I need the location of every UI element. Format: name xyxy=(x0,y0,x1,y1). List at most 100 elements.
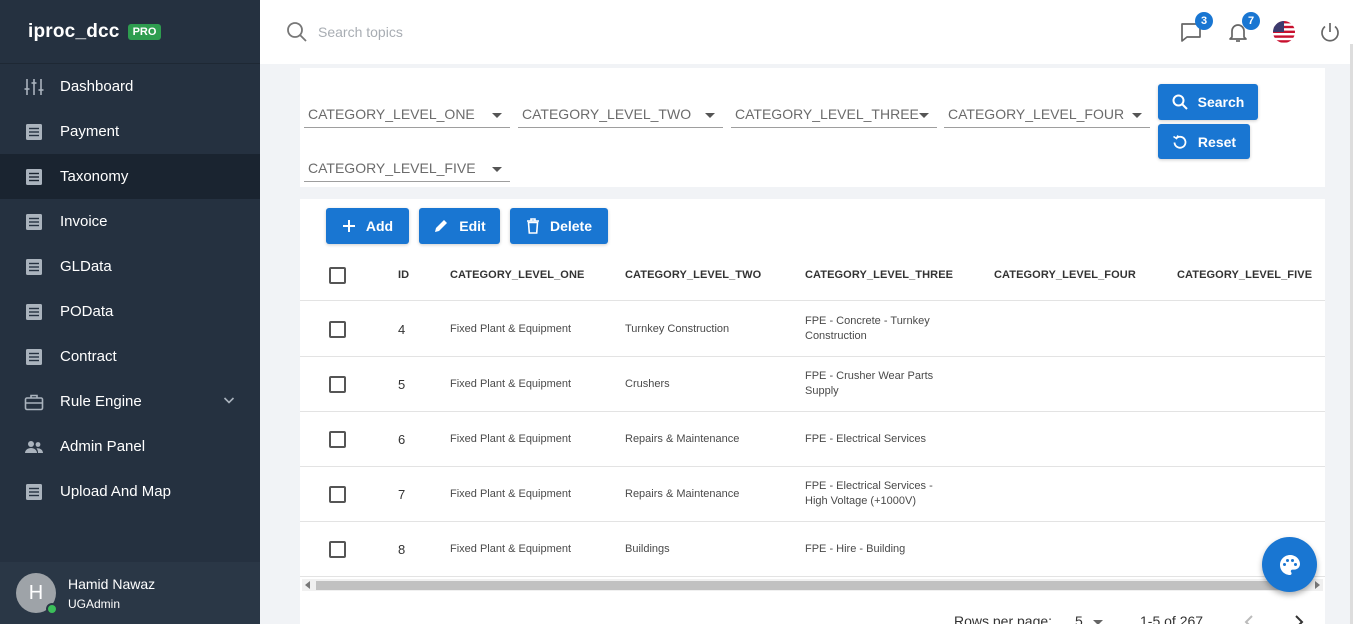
select-label: CATEGORY_LEVEL_THREE xyxy=(735,106,919,122)
category-level-four-select[interactable]: CATEGORY_LEVEL_FOUR xyxy=(944,100,1150,128)
cell-level-three: FPE - Hire - Building xyxy=(805,543,906,555)
theme-customizer-button[interactable] xyxy=(1262,537,1317,592)
sidebar-item-dashboard[interactable]: Dashboard xyxy=(0,64,260,109)
cell-id: 8 xyxy=(398,542,406,557)
table-row[interactable]: 4 Fixed Plant & Equipment Turnkey Constr… xyxy=(300,302,1325,357)
cell-level-three-line2: Construction xyxy=(805,330,867,342)
cell-level-one: Fixed Plant & Equipment xyxy=(450,378,572,390)
column-header-level-five[interactable]: CATEGORY_LEVEL_FIVE xyxy=(1177,269,1312,281)
chat-icon xyxy=(1179,23,1203,48)
cell-level-one: Fixed Plant & Equipment xyxy=(450,543,572,555)
bell-icon xyxy=(1226,24,1250,48)
notifications-button[interactable]: 7 xyxy=(1226,12,1260,44)
cell-level-one: Fixed Plant & Equipment xyxy=(450,433,572,445)
rows-per-page-value: 5 xyxy=(1075,613,1083,624)
next-page-button[interactable] xyxy=(1293,615,1305,624)
cell-level-one: Fixed Plant & Equipment xyxy=(450,323,572,335)
sidebar-item-label: Contract xyxy=(60,348,117,365)
language-button[interactable] xyxy=(1272,20,1296,44)
messages-count-badge: 3 xyxy=(1195,12,1213,30)
table-row[interactable]: 5 Fixed Plant & Equipment Crushers FPE -… xyxy=(300,357,1325,412)
chevron-left-icon xyxy=(1244,615,1253,624)
list-icon xyxy=(24,302,44,322)
cell-level-three-line2: Supply xyxy=(805,385,839,397)
row-checkbox[interactable] xyxy=(329,376,346,393)
column-header-level-four[interactable]: CATEGORY_LEVEL_FOUR xyxy=(994,269,1136,281)
user-profile[interactable]: H Hamid Nawaz UGAdmin xyxy=(0,562,260,624)
cell-level-two: Turnkey Construction xyxy=(625,323,730,335)
sidebar-item-taxonomy[interactable]: Taxonomy xyxy=(0,154,260,199)
category-level-two-select[interactable]: CATEGORY_LEVEL_TWO xyxy=(518,100,723,128)
sidebar-item-invoice[interactable]: Invoice xyxy=(0,199,260,244)
scrollbar-thumb[interactable] xyxy=(316,581,1296,590)
list-icon xyxy=(24,212,44,232)
list-icon xyxy=(24,347,44,367)
add-button[interactable]: Add xyxy=(326,208,409,244)
top-bar: 3 7 xyxy=(260,0,1353,64)
caret-down-icon xyxy=(919,113,929,118)
edit-button[interactable]: Edit xyxy=(419,208,500,244)
rows-per-page-select[interactable]: 5 xyxy=(1075,613,1103,624)
list-icon xyxy=(24,122,44,142)
table-header: ID CATEGORY_LEVEL_ONE CATEGORY_LEVEL_TWO… xyxy=(300,257,1325,301)
select-label: CATEGORY_LEVEL_FIVE xyxy=(308,160,476,176)
messages-button[interactable]: 3 xyxy=(1179,12,1213,44)
search-button[interactable]: Search xyxy=(1158,84,1258,120)
caret-down-icon xyxy=(1092,620,1103,624)
row-checkbox[interactable] xyxy=(329,541,346,558)
cell-level-three: FPE - Concrete - Turnkey xyxy=(805,315,930,327)
category-level-one-select[interactable]: CATEGORY_LEVEL_ONE xyxy=(304,100,510,128)
caret-down-icon xyxy=(1132,113,1142,118)
pencil-icon xyxy=(435,220,448,232)
table-row[interactable]: 7 Fixed Plant & Equipment Repairs & Main… xyxy=(300,467,1325,522)
sidebar-item-label: Dashboard xyxy=(60,78,134,95)
palette-icon xyxy=(1279,554,1300,575)
table-row[interactable]: 8 Fixed Plant & Equipment Buildings FPE … xyxy=(300,522,1325,577)
cell-id: 5 xyxy=(398,377,406,392)
search-input[interactable] xyxy=(318,20,618,44)
brand: iproc_dcc PRO xyxy=(0,0,260,64)
sidebar-item-payment[interactable]: Payment xyxy=(0,109,260,154)
sidebar-item-contract[interactable]: Contract xyxy=(0,334,260,379)
horizontal-scrollbar[interactable] xyxy=(302,579,1323,591)
sidebar-item-admin-panel[interactable]: Admin Panel xyxy=(0,424,260,469)
reset-button[interactable]: Reset xyxy=(1158,124,1250,159)
sidebar-item-upload-and-map[interactable]: Upload And Map xyxy=(0,469,260,514)
column-header-level-three[interactable]: CATEGORY_LEVEL_THREE xyxy=(805,269,953,281)
category-level-three-select[interactable]: CATEGORY_LEVEL_THREE xyxy=(731,100,937,128)
column-header-id[interactable]: ID xyxy=(398,269,409,281)
edit-button-label: Edit xyxy=(459,218,486,234)
cell-id: 6 xyxy=(398,432,406,447)
row-checkbox[interactable] xyxy=(329,431,346,448)
column-header-level-one[interactable]: CATEGORY_LEVEL_ONE xyxy=(450,269,584,281)
sidebar: iproc_dcc PRO Dashboard Payment Taxonomy xyxy=(0,0,260,624)
logout-button[interactable] xyxy=(1318,20,1342,44)
sidebar-item-podata[interactable]: POData xyxy=(0,289,260,334)
sidebar-item-label: Rule Engine xyxy=(60,393,142,410)
search-icon xyxy=(1172,94,1188,110)
scroll-left-icon[interactable] xyxy=(305,581,310,589)
category-level-five-select[interactable]: CATEGORY_LEVEL_FIVE xyxy=(304,154,510,182)
user-role: UGAdmin xyxy=(68,596,121,611)
table-row[interactable]: 6 Fixed Plant & Equipment Repairs & Main… xyxy=(300,412,1325,467)
brand-name: iproc_dcc xyxy=(28,20,120,42)
previous-page-button[interactable] xyxy=(1244,615,1256,624)
cell-level-two: Repairs & Maintenance xyxy=(625,488,740,500)
sidebar-item-rule-engine[interactable]: Rule Engine xyxy=(0,379,260,424)
cell-level-two: Buildings xyxy=(625,543,670,555)
add-button-label: Add xyxy=(365,218,394,234)
row-checkbox[interactable] xyxy=(329,321,346,338)
cell-level-three: FPE - Electrical Services xyxy=(805,433,927,445)
scroll-right-icon[interactable] xyxy=(1315,581,1320,589)
cell-level-three-line2: High Voltage (+1000V) xyxy=(805,495,916,507)
column-header-level-two[interactable]: CATEGORY_LEVEL_TWO xyxy=(625,269,761,281)
delete-button[interactable]: Delete xyxy=(510,208,608,244)
sliders-icon xyxy=(24,77,44,97)
sidebar-item-gldata[interactable]: GLData xyxy=(0,244,260,289)
trash-icon xyxy=(526,218,539,234)
reset-icon xyxy=(1172,134,1187,149)
cell-level-two: Repairs & Maintenance xyxy=(625,433,740,445)
plus-icon xyxy=(342,220,355,232)
select-all-checkbox[interactable] xyxy=(329,267,346,284)
row-checkbox[interactable] xyxy=(329,486,346,503)
